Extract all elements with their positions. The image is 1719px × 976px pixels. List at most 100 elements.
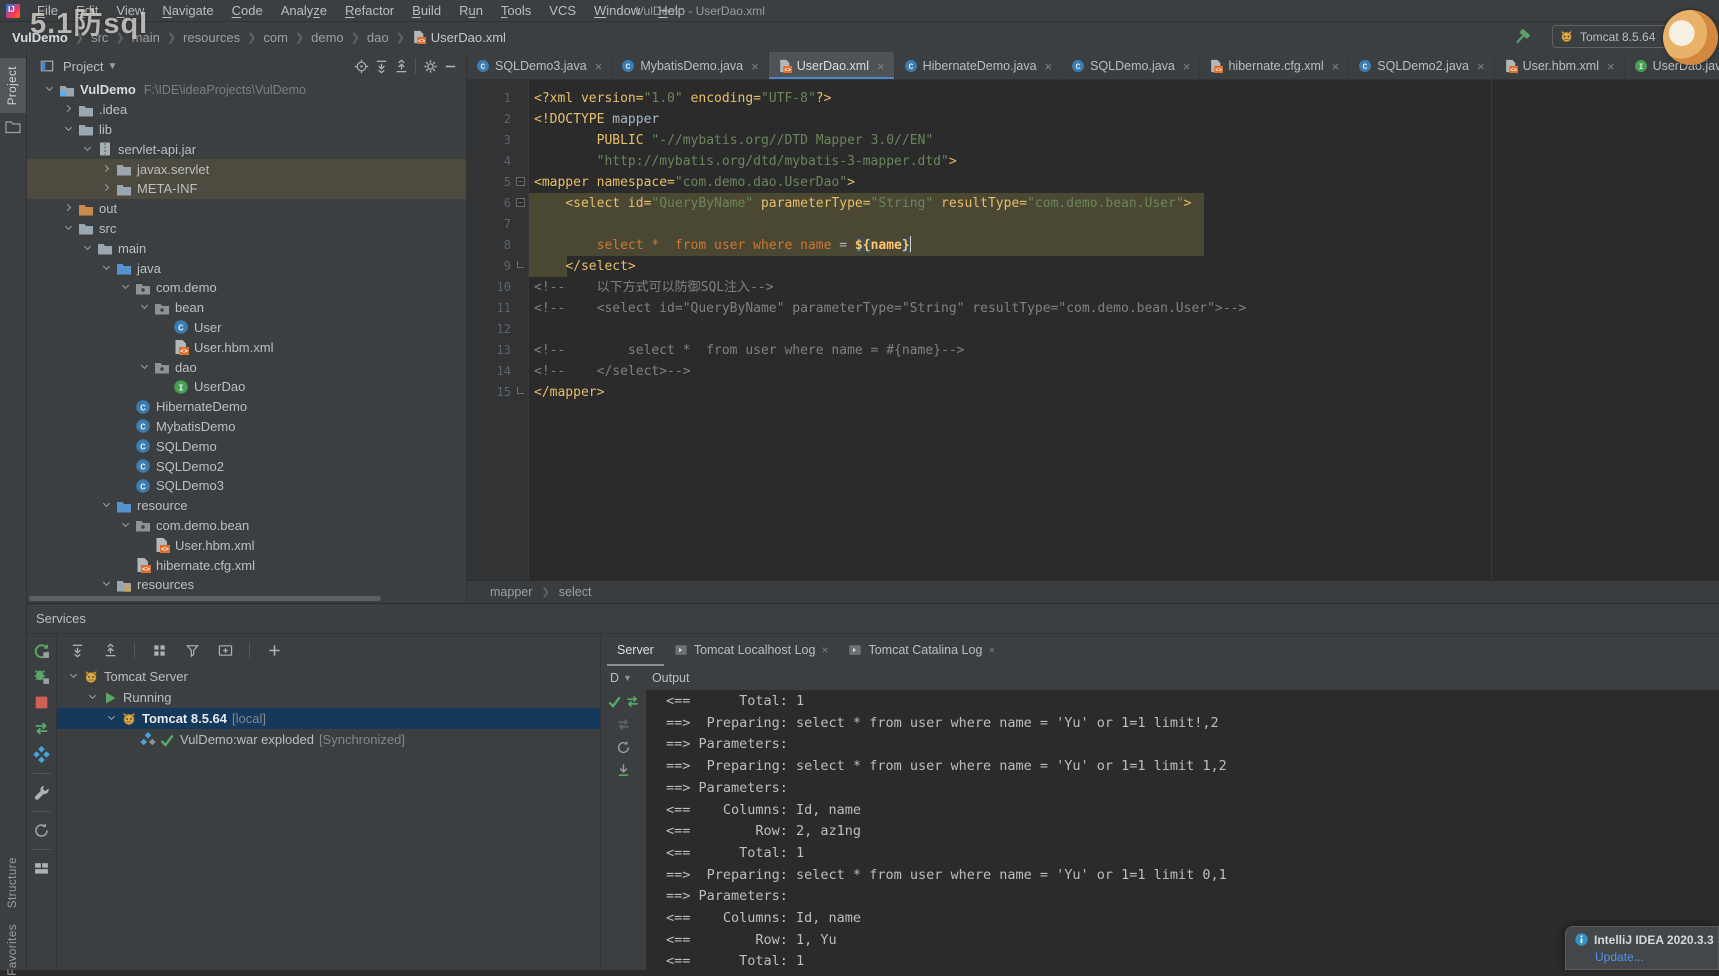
stripe-button-favorites[interactable]: Favorites [0, 924, 26, 976]
close-icon[interactable]: × [988, 643, 995, 657]
deploy-all-button[interactable] [33, 746, 50, 763]
fold-end-icon[interactable] [517, 261, 524, 268]
tree-item-dao[interactable]: dao [27, 357, 466, 377]
tree-item-java[interactable]: java [27, 258, 466, 278]
collapse-all-button[interactable] [100, 640, 120, 660]
editor-tab-user-hbm-xml[interactable]: <>User.hbm.xml× [1495, 52, 1625, 80]
console-tab-server[interactable]: Server [607, 634, 664, 666]
log-level-select[interactable]: D▼ [610, 671, 632, 685]
close-icon[interactable]: × [1183, 59, 1191, 74]
edit-configuration-button[interactable] [33, 784, 50, 801]
menu-build[interactable]: Build [403, 0, 450, 22]
console-tab-tomcat-catalina-log[interactable]: Tomcat Catalina Log× [838, 634, 1005, 666]
editor-tab-mybatisdemo-java[interactable]: CMybatisDemo.java× [612, 52, 768, 80]
chevron-down-icon[interactable] [86, 690, 101, 705]
services-item-tomcat-8-5-64[interactable]: Tomcat 8.5.64[local] [57, 708, 600, 729]
chevron-down-icon[interactable] [81, 241, 96, 256]
chevron-down-icon[interactable] [100, 577, 115, 592]
chevron-down-icon[interactable] [105, 711, 120, 726]
chevron-down-icon[interactable] [138, 300, 153, 315]
chevron-down-icon[interactable] [138, 360, 153, 375]
editor-tab-sqldemo3-java[interactable]: CSQLDemo3.java× [467, 52, 612, 80]
menu-tools[interactable]: Tools [492, 0, 540, 22]
close-icon[interactable]: × [1607, 59, 1615, 74]
chevron-right-icon[interactable] [62, 201, 77, 216]
fold-icon[interactable]: – [516, 198, 525, 207]
tree-item-src[interactable]: src [27, 219, 466, 239]
close-icon[interactable]: × [821, 643, 828, 657]
chevron-down-icon[interactable] [81, 142, 96, 157]
chevron-down-icon[interactable]: ▼ [107, 61, 117, 72]
breadcrumb-select[interactable]: select [559, 585, 592, 599]
chevron-down-icon[interactable] [67, 669, 82, 684]
tree-item-resources[interactable]: resources [27, 575, 466, 595]
notification-balloon[interactable]: IntelliJ IDEA 2020.3.3 Update... [1565, 926, 1719, 970]
tree-item-out[interactable]: out [27, 199, 466, 219]
editor-tab-userdao-xml[interactable]: <>UserDao.xml× [769, 52, 895, 80]
tree-item-main[interactable]: main [27, 238, 466, 258]
fold-end-icon[interactable] [517, 387, 524, 394]
close-icon[interactable]: × [751, 59, 759, 74]
menu-run[interactable]: Run [450, 0, 492, 22]
close-icon[interactable]: × [1045, 59, 1053, 74]
refresh-button[interactable] [33, 822, 50, 839]
close-icon[interactable]: × [1332, 59, 1340, 74]
menu-code[interactable]: Code [223, 0, 272, 22]
breadcrumb-item[interactable]: com [263, 30, 288, 45]
services-item-tomcat-server[interactable]: Tomcat Server [57, 666, 600, 687]
tree-item-sqldemo2[interactable]: CSQLDemo2 [27, 456, 466, 476]
chevron-down-icon[interactable] [100, 261, 115, 276]
tree-item-bean[interactable]: bean [27, 298, 466, 318]
tree-item-resource[interactable]: resource [27, 496, 466, 516]
preview-button[interactable] [215, 640, 235, 660]
editor-tab-sqldemo2-java[interactable]: CSQLDemo2.java× [1349, 52, 1494, 80]
chevron-down-icon[interactable] [62, 221, 77, 236]
rerun-button[interactable] [33, 642, 50, 659]
console-swap-output-button[interactable] [616, 717, 631, 732]
menu-vcs[interactable]: VCS [540, 0, 585, 22]
tree-item-servlet-api-jar[interactable]: servlet-api.jar [27, 139, 466, 159]
project-view-title[interactable]: Project [63, 59, 103, 74]
chevron-down-icon[interactable] [62, 122, 77, 137]
locate-file-button[interactable] [351, 56, 371, 76]
add-service-button[interactable] [264, 640, 284, 660]
editor-tab-sqldemo-java[interactable]: CSQLDemo.java× [1062, 52, 1200, 80]
chevron-right-icon[interactable] [62, 102, 77, 117]
console-scroll-to-end-button[interactable] [616, 763, 631, 778]
code-editor[interactable]: <?xml version="1.0" encoding="UTF-8"?><!… [529, 88, 1719, 403]
breadcrumb-file[interactable]: <>UserDao.xml [412, 30, 506, 45]
close-icon[interactable]: × [595, 59, 603, 74]
close-icon[interactable]: × [877, 59, 885, 74]
console-refresh-output-button[interactable] [616, 740, 631, 755]
breadcrumb-item[interactable]: resources [183, 30, 240, 45]
tree-item-meta-inf[interactable]: META-INF [27, 179, 466, 199]
menu-navigate[interactable]: Navigate [153, 0, 222, 22]
deploy-icon[interactable] [625, 694, 640, 709]
chevron-down-icon[interactable] [43, 82, 58, 97]
horizontal-scrollbar[interactable] [29, 596, 381, 601]
breadcrumb-item[interactable]: dao [367, 30, 389, 45]
menu-refactor[interactable]: Refactor [336, 0, 403, 22]
tree-item-hibernate-cfg-xml[interactable]: <>hibernate.cfg.xml [27, 555, 466, 575]
tree-item-vuldemo[interactable]: VulDemoF:\IDE\ideaProjects\VulDemo [27, 80, 466, 100]
menu-analyze[interactable]: Analyze [272, 0, 336, 22]
settings-gear-button[interactable] [420, 56, 440, 76]
tree-item-lib[interactable]: lib [27, 120, 466, 140]
tree-item-sqldemo[interactable]: CSQLDemo [27, 436, 466, 456]
tree-item-user[interactable]: CUser [27, 318, 466, 338]
chevron-down-icon[interactable] [119, 280, 134, 295]
build-button[interactable] [1511, 26, 1533, 48]
update-link[interactable]: Update... [1595, 950, 1710, 964]
console-output[interactable]: <== Total: 1 ==> Preparing: select * fro… [646, 690, 1719, 970]
breadcrumb-item[interactable]: demo [311, 30, 344, 45]
expand-all-button[interactable] [371, 56, 391, 76]
breadcrumb-mapper[interactable]: mapper [490, 585, 532, 599]
services-item-running[interactable]: Running [57, 687, 600, 708]
group-by-button[interactable] [149, 640, 169, 660]
deploy-button[interactable] [33, 720, 50, 737]
tree-item-hibernatedemo[interactable]: CHibernateDemo [27, 397, 466, 417]
editor-tab-hibernatedemo-java[interactable]: CHibernateDemo.java× [895, 52, 1063, 80]
tree-item--idea[interactable]: .idea [27, 100, 466, 120]
stripe-button-project[interactable]: Project [0, 58, 26, 113]
chevron-down-icon[interactable] [100, 498, 115, 513]
